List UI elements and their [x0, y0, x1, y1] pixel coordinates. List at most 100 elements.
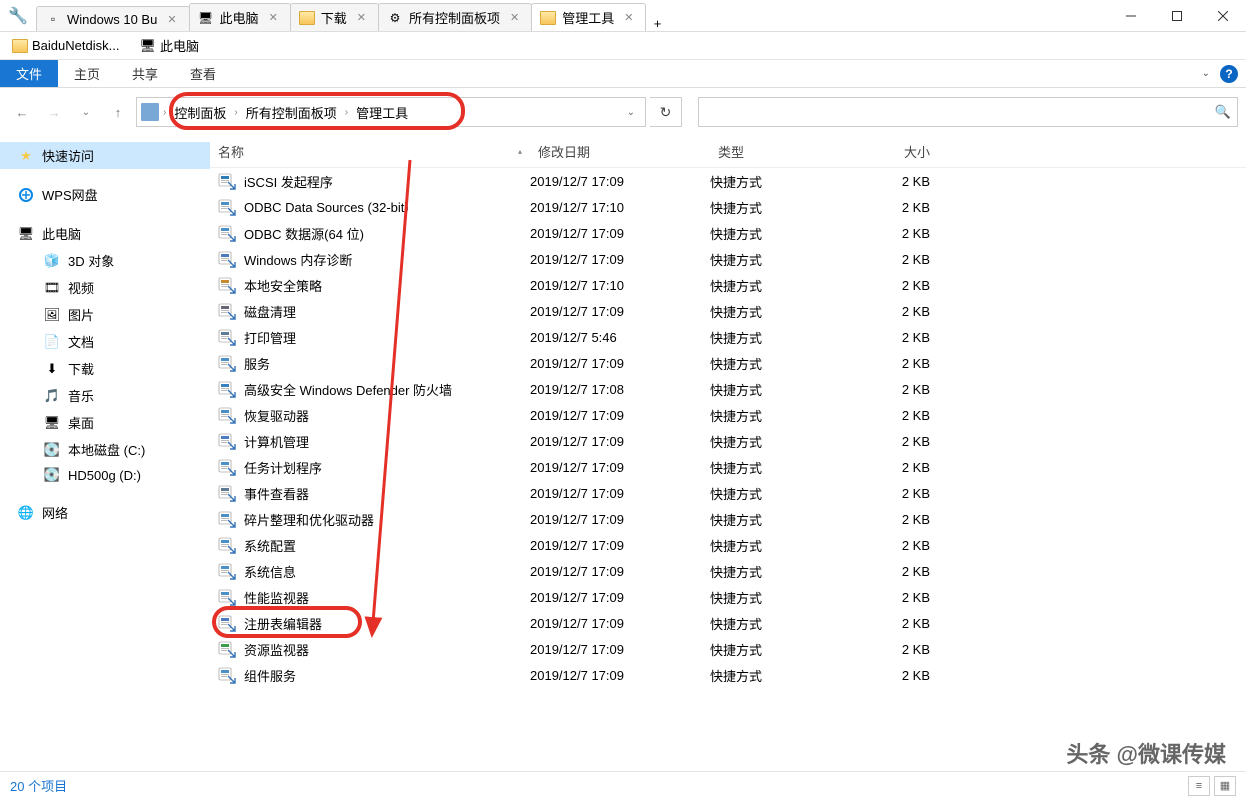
- ribbon-tab-share[interactable]: 共享: [116, 60, 174, 87]
- recent-dropdown[interactable]: ⌄: [72, 98, 100, 126]
- sidebar-pc-child-6[interactable]: 🖥桌面: [0, 409, 210, 436]
- sidebar-pc-child-1[interactable]: 🎞视频: [0, 274, 210, 301]
- column-name[interactable]: 名称▴: [210, 140, 530, 163]
- sidebar-pc-child-0-icon: 🧊: [44, 253, 60, 269]
- file-date: 2019/12/7 17:09: [530, 590, 710, 605]
- file-size: 2 KB: [860, 616, 960, 631]
- file-row-5[interactable]: 磁盘清理2019/12/7 17:09快捷方式2 KB: [210, 298, 1246, 324]
- file-row-17[interactable]: 注册表编辑器2019/12/7 17:09快捷方式2 KB: [210, 610, 1246, 636]
- shortcut-icon: [218, 666, 236, 684]
- file-row-6[interactable]: 打印管理2019/12/7 5:46快捷方式2 KB: [210, 324, 1246, 350]
- sidebar-pc-child-2-label: 图片: [68, 305, 94, 324]
- folder-icon: [12, 39, 28, 53]
- up-button[interactable]: ↑: [104, 98, 132, 126]
- file-row-18[interactable]: 资源监视器2019/12/7 17:09快捷方式2 KB: [210, 636, 1246, 662]
- quick-item-1[interactable]: 🖥此电脑: [133, 34, 205, 57]
- file-date: 2019/12/7 17:09: [530, 226, 710, 241]
- tab-close-icon[interactable]: ✕: [353, 11, 370, 24]
- file-name-label: ODBC 数据源(64 位): [244, 224, 364, 243]
- file-size: 2 KB: [860, 408, 960, 423]
- file-row-4[interactable]: 本地安全策略2019/12/7 17:10快捷方式2 KB: [210, 272, 1246, 298]
- file-row-14[interactable]: 系统配置2019/12/7 17:09快捷方式2 KB: [210, 532, 1246, 558]
- file-name-label: 计算机管理: [244, 432, 309, 451]
- browser-tab-0[interactable]: ▫Windows 10 Bu✕: [36, 6, 190, 31]
- file-row-0[interactable]: iSCSI 发起程序2019/12/7 17:09快捷方式2 KB: [210, 168, 1246, 194]
- ribbon-collapse-icon[interactable]: ⌄: [1202, 68, 1210, 79]
- sidebar-pc-child-4[interactable]: ⬇下载: [0, 355, 210, 382]
- breadcrumb-item-2[interactable]: 管理工具: [350, 103, 414, 122]
- file-date: 2019/12/7 17:09: [530, 408, 710, 423]
- sidebar-quick[interactable]: ★快速访问: [0, 142, 210, 169]
- file-size: 2 KB: [860, 434, 960, 449]
- ribbon-tab-view[interactable]: 查看: [174, 60, 232, 87]
- file-date: 2019/12/7 17:09: [530, 174, 710, 189]
- sidebar-pc-child-5[interactable]: 🎵音乐: [0, 382, 210, 409]
- file-size: 2 KB: [860, 200, 960, 215]
- browser-tab-4[interactable]: 管理工具✕: [531, 3, 646, 31]
- view-details-button[interactable]: ≡: [1188, 776, 1210, 796]
- browser-tab-2[interactable]: 下载✕: [290, 3, 379, 31]
- close-button[interactable]: [1200, 0, 1246, 32]
- breadcrumb-item-0[interactable]: 控制面板: [168, 103, 232, 122]
- ribbon-file-tab[interactable]: 文件: [0, 60, 58, 87]
- file-type: 快捷方式: [710, 354, 860, 373]
- file-row-15[interactable]: 系统信息2019/12/7 17:09快捷方式2 KB: [210, 558, 1246, 584]
- file-name-label: ODBC Data Sources (32-bit): [244, 200, 409, 215]
- back-button[interactable]: ←: [8, 98, 36, 126]
- file-name-label: 任务计划程序: [244, 458, 322, 477]
- file-row-12[interactable]: 事件查看器2019/12/7 17:09快捷方式2 KB: [210, 480, 1246, 506]
- file-row-16[interactable]: 性能监视器2019/12/7 17:09快捷方式2 KB: [210, 584, 1246, 610]
- address-box[interactable]: › 控制面板 › 所有控制面板项 › 管理工具 ⌄: [136, 97, 646, 127]
- tab-close-icon[interactable]: ✕: [163, 13, 180, 26]
- file-row-19[interactable]: 组件服务2019/12/7 17:09快捷方式2 KB: [210, 662, 1246, 688]
- sidebar-pc-child-0[interactable]: 🧊3D 对象: [0, 247, 210, 274]
- file-row-3[interactable]: Windows 内存诊断2019/12/7 17:09快捷方式2 KB: [210, 246, 1246, 272]
- sidebar-pc[interactable]: 🖥此电脑: [0, 220, 210, 247]
- tab-close-icon[interactable]: ✕: [265, 11, 282, 24]
- maximize-button[interactable]: [1154, 0, 1200, 32]
- refresh-button[interactable]: ↻: [650, 97, 682, 127]
- address-dropdown-icon[interactable]: ⌄: [621, 107, 641, 118]
- minimize-button[interactable]: [1108, 0, 1154, 32]
- file-row-10[interactable]: 计算机管理2019/12/7 17:09快捷方式2 KB: [210, 428, 1246, 454]
- ribbon-tab-home[interactable]: 主页: [58, 60, 116, 87]
- help-icon[interactable]: ?: [1220, 65, 1238, 83]
- file-row-9[interactable]: 恢复驱动器2019/12/7 17:09快捷方式2 KB: [210, 402, 1246, 428]
- quick-item-0[interactable]: BaiduNetdisk...: [6, 36, 125, 55]
- browser-tab-3[interactable]: ⚙所有控制面板项✕: [378, 3, 532, 31]
- tab-close-icon[interactable]: ✕: [620, 11, 637, 24]
- file-type: 快捷方式: [710, 614, 860, 633]
- browser-tab-1[interactable]: 🖥此电脑✕: [189, 3, 291, 31]
- sidebar-pc-child-8[interactable]: 💽HD500g (D:): [0, 463, 210, 487]
- sidebar-pc-child-4-icon: ⬇: [44, 361, 60, 377]
- tab-label: 此电脑: [220, 8, 259, 27]
- file-name-label: 碎片整理和优化驱动器: [244, 510, 374, 529]
- tab-close-icon[interactable]: ✕: [506, 11, 523, 24]
- file-row-7[interactable]: 服务2019/12/7 17:09快捷方式2 KB: [210, 350, 1246, 376]
- forward-button[interactable]: →: [40, 98, 68, 126]
- column-date[interactable]: 修改日期: [530, 140, 710, 163]
- new-tab-button[interactable]: +: [645, 16, 669, 31]
- file-row-2[interactable]: ODBC 数据源(64 位)2019/12/7 17:09快捷方式2 KB: [210, 220, 1246, 246]
- column-type[interactable]: 类型: [710, 140, 860, 163]
- sidebar-pc-child-8-label: HD500g (D:): [68, 468, 141, 483]
- sidebar-network[interactable]: 🌐网络: [0, 499, 210, 526]
- sidebar-pc-child-3[interactable]: 📄文档: [0, 328, 210, 355]
- file-size: 2 KB: [860, 460, 960, 475]
- sidebar-wps-label: WPS网盘: [42, 185, 98, 204]
- file-date: 2019/12/7 17:09: [530, 252, 710, 267]
- file-row-13[interactable]: 碎片整理和优化驱动器2019/12/7 17:09快捷方式2 KB: [210, 506, 1246, 532]
- sidebar-pc-child-7-icon: 💽: [44, 442, 60, 458]
- sidebar-pc-child-2[interactable]: 🖼图片: [0, 301, 210, 328]
- file-row-8[interactable]: 高级安全 Windows Defender 防火墙2019/12/7 17:08…: [210, 376, 1246, 402]
- search-box[interactable]: 🔍: [698, 97, 1238, 127]
- sidebar-pc-child-7[interactable]: 💽本地磁盘 (C:): [0, 436, 210, 463]
- file-row-11[interactable]: 任务计划程序2019/12/7 17:09快捷方式2 KB: [210, 454, 1246, 480]
- breadcrumb-item-1[interactable]: 所有控制面板项: [240, 103, 343, 122]
- file-row-1[interactable]: ODBC Data Sources (32-bit)2019/12/7 17:1…: [210, 194, 1246, 220]
- sidebar-wps[interactable]: WPS网盘: [0, 181, 210, 208]
- settings-icon[interactable]: 🔧: [0, 0, 36, 31]
- view-large-button[interactable]: ▦: [1214, 776, 1236, 796]
- file-date: 2019/12/7 17:09: [530, 460, 710, 475]
- column-size[interactable]: 大小: [860, 140, 960, 163]
